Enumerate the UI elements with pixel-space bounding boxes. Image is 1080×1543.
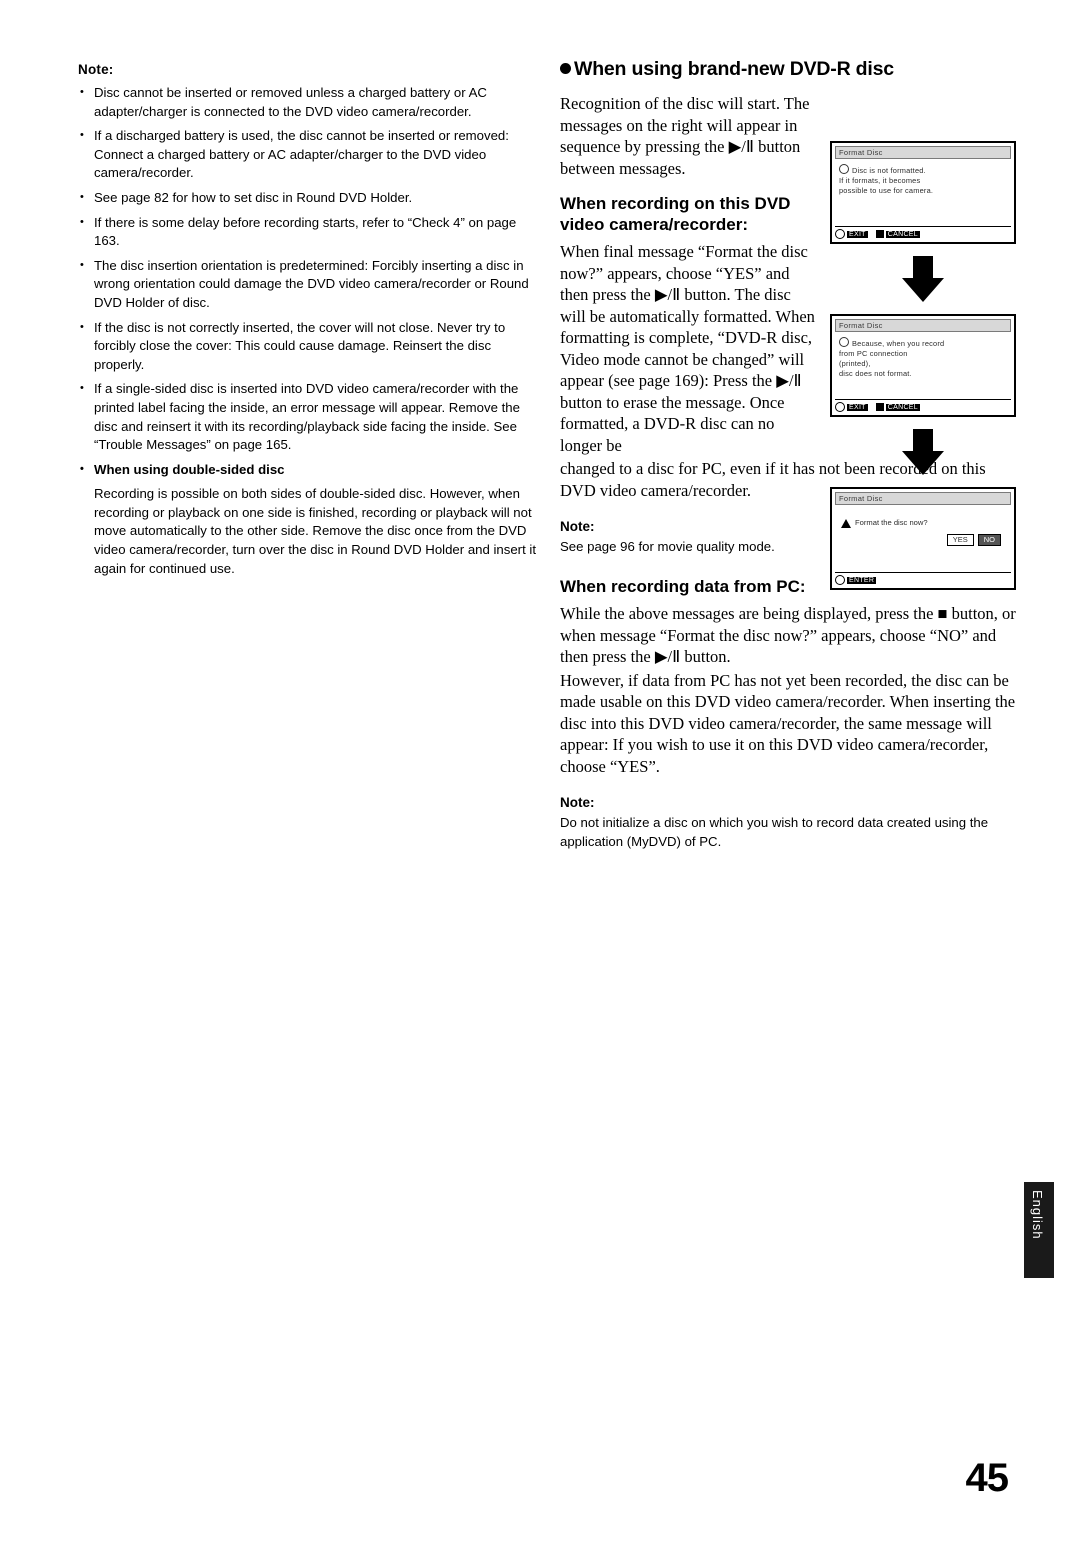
lcd-line: possible to use for camera. (839, 186, 934, 195)
lcd-line: Because, when you record (839, 337, 1007, 349)
circle-button-icon (835, 402, 845, 412)
lcd-body-3: Format the disc now? YES NO (835, 505, 1011, 569)
list-item-heading: When using double-sided disc (78, 460, 540, 480)
lcd-softkey: EXIT (835, 229, 868, 239)
lcd-softkey-label: EXIT (847, 403, 868, 411)
page-title-text: When using brand-new DVD-R disc (574, 58, 894, 80)
bullet-circle-icon (839, 164, 849, 174)
bullet-circle-icon (839, 337, 849, 347)
lcd-line: If it formats, it becomes (839, 176, 921, 185)
lcd-line-text: Disc is not formatted. (852, 166, 926, 175)
list-item: The disc insertion orientation is predet… (78, 256, 540, 313)
list-item: Disc cannot be inserted or removed unles… (78, 83, 540, 121)
screen-flow-diagram: Format Disc Disc is not formatted. If it… (830, 141, 1020, 590)
arrow-head (902, 278, 944, 302)
bullet-dot-icon (560, 63, 571, 74)
lcd-warning-text: Format the disc now? (855, 518, 928, 527)
note-heading: Note: (560, 795, 595, 811)
arrow-head (902, 451, 944, 475)
lcd-screen-1: Format Disc Disc is not formatted. If it… (830, 141, 1016, 244)
lcd-title-3: Format Disc (835, 492, 1011, 505)
lcd-line: Disc is not formatted. (839, 164, 1007, 176)
list-item: See page 82 for how to set disc in Round… (78, 188, 540, 208)
body-recording-from-pc-2: However, if data from PC has not yet bee… (560, 670, 1016, 776)
left-note-heading: Note: (78, 62, 114, 77)
no-button[interactable]: NO (977, 534, 1001, 546)
list-item: If there is some delay before recording … (78, 213, 540, 251)
body-recording-on-device: When final message “Format the disc now?… (560, 242, 815, 455)
lcd-softkey-label: EXIT (847, 230, 868, 238)
circle-button-icon (835, 575, 845, 585)
arrow-shaft (913, 429, 933, 451)
note-block-2: Note: Do not initialize a disc on which … (560, 795, 1020, 851)
lcd-footer-2: EXIT CANCEL (835, 399, 1011, 412)
yes-button[interactable]: YES (946, 534, 974, 546)
lcd-softkey: CANCEL (875, 229, 920, 239)
list-item: If a discharged battery is used, the dis… (78, 126, 540, 183)
lcd-line: (printed), (839, 359, 871, 368)
lcd-footer-1: EXIT CANCEL (835, 226, 1011, 239)
lcd-footer-3: ENTER (835, 572, 1011, 585)
lcd-line-text: Because, when you record (852, 339, 945, 348)
lcd-softkey: EXIT (835, 402, 868, 412)
lcd-line: disc does not format. (839, 369, 912, 378)
right-column: When using brand-new DVD-R disc Format D… (560, 58, 1020, 851)
lcd-softkey-label: CANCEL (885, 403, 920, 411)
flow-arrow-1 (830, 256, 1016, 302)
side-tab-label: English (1030, 1190, 1045, 1240)
flow-arrow-2 (830, 429, 1016, 475)
warning-triangle-icon (841, 518, 851, 528)
body-recording-from-pc-1: While the above messages are being displ… (560, 604, 1016, 667)
manual-page: Note: Disc cannot be inserted or removed… (0, 0, 1080, 1543)
circle-button-icon (835, 229, 845, 239)
lcd-softkey: CANCEL (875, 402, 920, 412)
list-item: If a single-sided disc is inserted into … (78, 379, 540, 454)
heading-recording-on-device: When recording on this DVD video camera/… (560, 194, 791, 234)
intro-paragraph: Recognition of the disc will start. The … (560, 94, 810, 178)
lcd-softkey-label: CANCEL (885, 230, 920, 238)
lcd-confirm-buttons: YES NO (839, 534, 1007, 546)
arrow-shaft (913, 256, 933, 278)
lcd-screen-3: Format Disc Format the disc now? YES NO … (830, 487, 1016, 590)
lcd-line: from PC connection (839, 349, 908, 358)
square-button-icon (875, 403, 884, 411)
note-body: Do not initialize a disc on which you wi… (560, 815, 989, 849)
square-button-icon (875, 230, 884, 238)
lcd-body-2: Because, when you record from PC connect… (835, 332, 1011, 396)
lcd-warning-line: Format the disc now? (839, 510, 1007, 528)
lcd-body-1: Disc is not formatted. If it formats, it… (835, 159, 1011, 223)
list-item: If the disc is not correctly inserted, t… (78, 318, 540, 375)
lcd-title-2: Format Disc (835, 319, 1011, 332)
page-number: 45 (965, 1456, 1009, 1500)
double-sided-disc-body: Recording is possible on both sides of d… (94, 486, 536, 576)
lcd-softkey: ENTER (835, 575, 877, 585)
lcd-screen-2: Format Disc Because, when you record fro… (830, 314, 1016, 417)
left-bullet-list: Disc cannot be inserted or removed unles… (78, 83, 540, 480)
lcd-title-1: Format Disc (835, 146, 1011, 159)
lcd-softkey-label: ENTER (847, 576, 877, 584)
side-tab-english: English (1024, 1182, 1054, 1278)
page-title: When using brand-new DVD-R disc (560, 58, 1020, 81)
left-column: Note: Disc cannot be inserted or removed… (78, 62, 540, 578)
